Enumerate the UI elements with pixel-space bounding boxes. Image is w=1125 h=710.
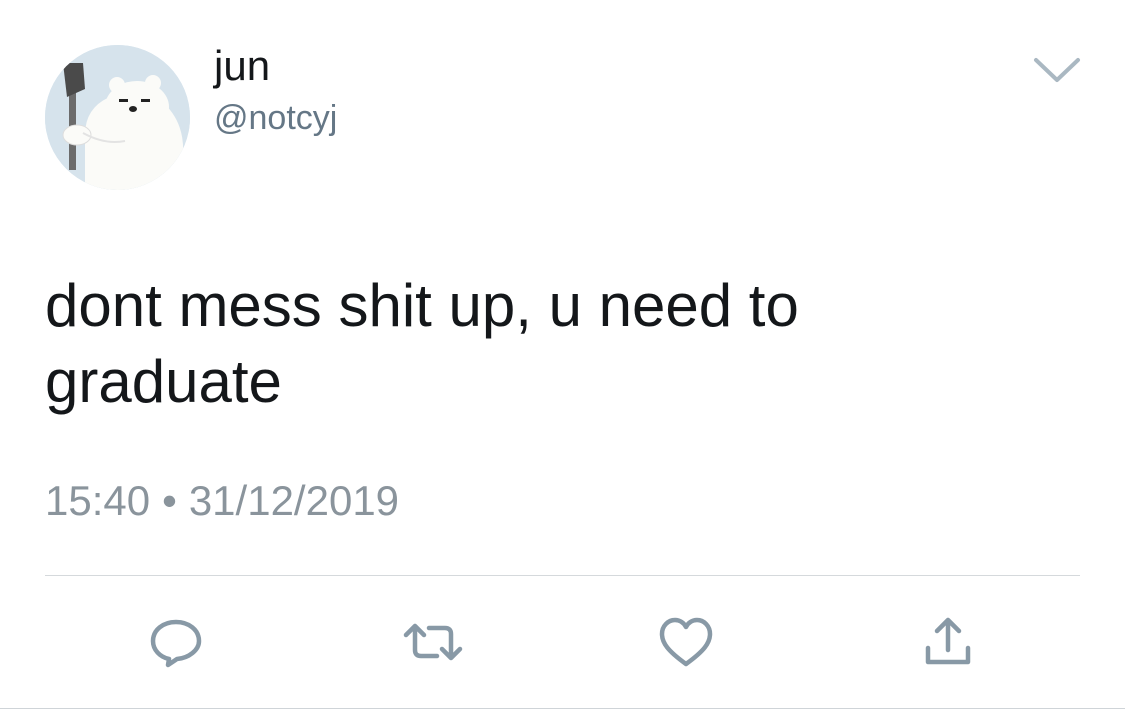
retweet-icon [403, 623, 463, 661]
reply-icon [150, 619, 202, 668]
tweet-date: 31/12/2019 [188, 477, 400, 524]
chevron-down-icon[interactable] [1030, 52, 1084, 86]
like-button[interactable] [656, 612, 716, 672]
display-name[interactable]: jun [214, 40, 270, 92]
timestamp-separator: • [162, 477, 177, 524]
tweet-timestamp[interactable]: 15:40 • 31/12/2019 [45, 476, 399, 526]
like-icon [659, 617, 713, 667]
polar-bear-avatar-icon [45, 45, 190, 190]
user-handle[interactable]: @notcyj [214, 97, 337, 139]
tweet-text: dont mess shit up, u need to graduate [45, 272, 799, 415]
bottom-divider [0, 708, 1125, 709]
avatar[interactable] [45, 45, 190, 190]
tweet-time: 15:40 [45, 477, 151, 524]
share-button[interactable] [918, 612, 978, 672]
divider [45, 575, 1080, 576]
retweet-button[interactable] [403, 612, 463, 672]
reply-button[interactable] [146, 612, 206, 672]
share-icon [925, 617, 971, 665]
